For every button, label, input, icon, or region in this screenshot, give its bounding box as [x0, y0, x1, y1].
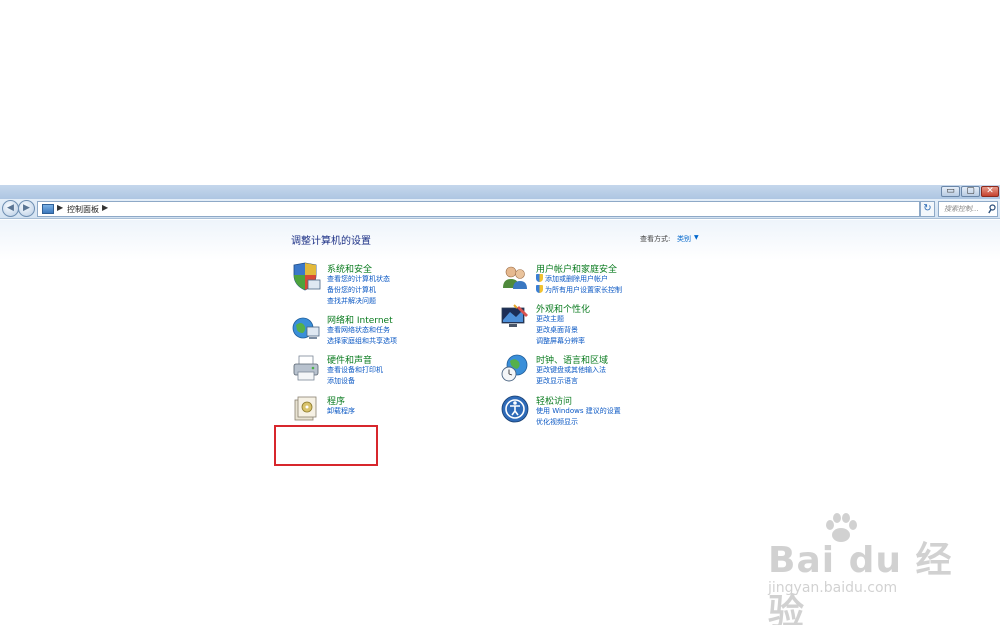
- users-icon[interactable]: [500, 262, 530, 292]
- link-network-status[interactable]: 查看网络状态和任务: [327, 325, 397, 336]
- category-network-internet: 网络和 Internet 查看网络状态和任务 选择家庭组和共享选项: [291, 313, 471, 349]
- globe-clock-icon[interactable]: [500, 353, 530, 383]
- search-box[interactable]: 搜索控制...: [938, 201, 998, 217]
- navigation-bar: ◀ ▶ ▶ 控制面板 ▶ ▾ ↻ 搜索控制...: [0, 199, 1000, 219]
- category-links: 更改主题 更改桌面背景 调整屏幕分辨率: [536, 314, 585, 347]
- link-devices-printers[interactable]: 查看设备和打印机: [327, 365, 383, 376]
- link-text: 为所有用户设置家长控制: [545, 286, 622, 294]
- back-button[interactable]: ◀: [2, 200, 19, 217]
- refresh-icon: ↻: [923, 203, 932, 214]
- category-links: 查看设备和打印机 添加设备: [327, 365, 383, 387]
- category-appearance: 外观和个性化 更改主题 更改桌面背景 调整屏幕分辨率: [500, 302, 680, 346]
- link-display-language[interactable]: 更改显示语言: [536, 376, 606, 387]
- forward-arrow-icon: ▶: [23, 203, 30, 213]
- programs-icon[interactable]: [291, 394, 321, 424]
- category-links: 使用 Windows 建议的设置 优化视频显示: [536, 406, 621, 428]
- breadcrumb-control-panel[interactable]: 控制面板: [67, 204, 99, 215]
- title-bar: ▭ ▢ ✕: [0, 185, 1000, 199]
- category-links: 卸载程序: [327, 406, 355, 417]
- category-links: 查看您的计算机状态 备份您的计算机 查找并解决问题: [327, 274, 390, 307]
- category-clock-language-region: 时钟、语言和区域 更改键盘或其他输入法 更改显示语言: [500, 353, 680, 389]
- address-bar[interactable]: ▶ 控制面板 ▶ ▾: [37, 201, 951, 217]
- link-recommended-settings[interactable]: 使用 Windows 建议的设置: [536, 406, 621, 417]
- category-links: 更改键盘或其他输入法 更改显示语言: [536, 365, 606, 387]
- view-by-arrow-icon[interactable]: ▼: [694, 234, 699, 241]
- category-links: 查看网络状态和任务 选择家庭组和共享选项: [327, 325, 397, 347]
- category-links: 添加或删除用户帐户 为所有用户设置家长控制: [536, 274, 622, 296]
- minimize-button[interactable]: ▭: [941, 186, 960, 197]
- link-uninstall-program[interactable]: 卸载程序: [327, 406, 355, 417]
- uac-shield-icon: [536, 274, 543, 282]
- link-add-device[interactable]: 添加设备: [327, 376, 383, 387]
- shield-computer-icon[interactable]: [291, 262, 321, 292]
- control-panel-icon: [42, 204, 54, 214]
- breadcrumb-root-arrow[interactable]: ▶: [57, 203, 63, 212]
- link-troubleshoot[interactable]: 查找并解决问题: [327, 296, 390, 307]
- link-backup-computer[interactable]: 备份您的计算机: [327, 285, 390, 296]
- view-by-label: 查看方式:: [640, 235, 671, 243]
- link-desktop-background[interactable]: 更改桌面背景: [536, 325, 585, 336]
- baidu-watermark: Bai du 经验 jingyan.baidu.com: [760, 513, 960, 625]
- watermark-brand: Bai du 经验: [768, 540, 953, 625]
- link-text: 添加或删除用户帐户: [545, 275, 608, 283]
- screenshot-stage: ▭ ▢ ✕ ◀ ▶ ▶ 控制面板 ▶ ▾ ↻ 搜索控制...: [0, 0, 1000, 625]
- link-view-computer-status[interactable]: 查看您的计算机状态: [327, 274, 390, 285]
- view-by-dropdown[interactable]: 类别: [677, 234, 691, 244]
- close-button[interactable]: ✕: [981, 186, 999, 197]
- category-ease-of-access: 轻松访问 使用 Windows 建议的设置 优化视频显示: [500, 394, 680, 430]
- back-arrow-icon: ◀: [7, 203, 14, 213]
- forward-button[interactable]: ▶: [18, 200, 35, 217]
- link-homegroup-sharing[interactable]: 选择家庭组和共享选项: [327, 336, 397, 347]
- category-user-accounts: 用户帐户和家庭安全 添加或删除用户帐户 为所有用户设置家长控制: [500, 262, 680, 298]
- printer-icon[interactable]: [291, 353, 321, 383]
- link-optimize-display[interactable]: 优化视频显示: [536, 417, 621, 428]
- uac-shield-icon: [536, 285, 543, 293]
- ease-of-access-icon[interactable]: [500, 394, 530, 424]
- search-icon[interactable]: [988, 204, 996, 214]
- network-globe-icon[interactable]: [291, 313, 321, 343]
- link-keyboard-input[interactable]: 更改键盘或其他输入法: [536, 365, 606, 376]
- page-title: 调整计算机的设置: [291, 236, 371, 247]
- watermark-url: jingyan.baidu.com: [768, 580, 898, 596]
- highlight-box: [274, 425, 378, 466]
- link-change-theme[interactable]: 更改主题: [536, 314, 585, 325]
- maximize-button[interactable]: ▢: [961, 186, 980, 197]
- refresh-button[interactable]: ↻: [920, 201, 935, 217]
- category-system-security: 系统和安全 查看您的计算机状态 备份您的计算机 查找并解决问题: [291, 262, 471, 306]
- search-placeholder: 搜索控制...: [944, 205, 979, 213]
- link-parental-controls[interactable]: 为所有用户设置家长控制: [536, 285, 622, 296]
- link-screen-resolution[interactable]: 调整屏幕分辨率: [536, 336, 585, 347]
- link-add-remove-accounts[interactable]: 添加或删除用户帐户: [536, 274, 622, 285]
- breadcrumb-arrow[interactable]: ▶: [102, 203, 108, 212]
- display-paint-icon[interactable]: [500, 302, 530, 332]
- category-hardware-sound: 硬件和声音 查看设备和打印机 添加设备: [291, 353, 471, 389]
